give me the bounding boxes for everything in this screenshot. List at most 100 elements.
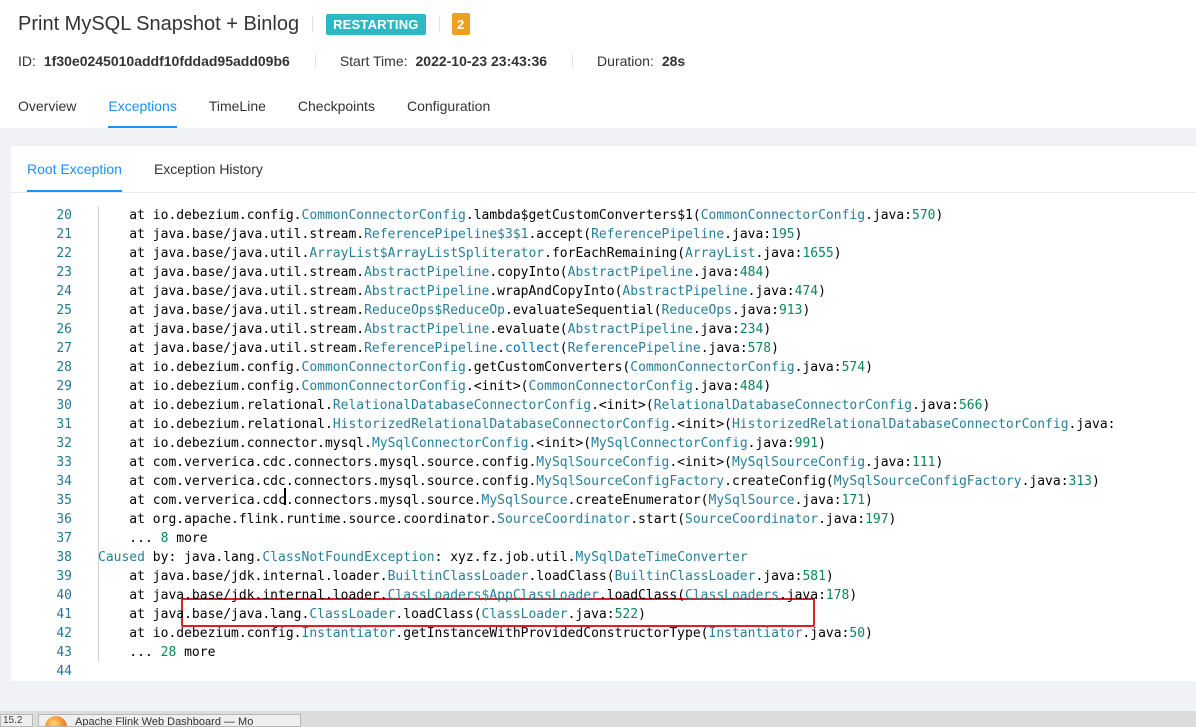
code-line: 34 at com.ververica.cdc.connectors.mysql… — [11, 472, 1196, 491]
line-number: 35 — [56, 493, 72, 508]
divider — [572, 54, 574, 68]
code-line: 42 at io.debezium.config.Instantiator.ge… — [11, 624, 1196, 643]
code-line: 44 — [11, 662, 1196, 681]
code-line: 35 at com.ververica.cdc.connectors.mysql… — [11, 491, 1196, 510]
code-text: at java.base/java.util.stream.ReferenceP… — [98, 227, 803, 242]
tab-checkpoints[interactable]: Checkpoints — [298, 88, 375, 128]
tab-overview[interactable]: Overview — [18, 88, 76, 128]
start-time-value: 2022-10-23 23:43:36 — [415, 53, 548, 69]
job-id-label: ID: — [18, 53, 36, 69]
line-number: 42 — [56, 626, 72, 641]
code-line: 23 at java.base/java.util.stream.Abstrac… — [11, 263, 1196, 282]
divider — [11, 192, 1196, 193]
code-line: 39 at java.base/jdk.internal.loader.Buil… — [11, 567, 1196, 586]
line-number: 29 — [56, 379, 72, 394]
line-number: 31 — [56, 417, 72, 432]
code-line: 30 at io.debezium.relational.RelationalD… — [11, 396, 1196, 415]
code-text: Caused by: java.lang.ClassNotFoundExcept… — [98, 550, 748, 565]
line-number: 20 — [56, 208, 72, 223]
code-text: at java.base/jdk.internal.loader.Builtin… — [98, 569, 834, 584]
line-number: 32 — [56, 436, 72, 451]
exception-stacktrace-editor[interactable]: 20 at io.debezium.config.CommonConnector… — [11, 206, 1196, 681]
line-number: 36 — [56, 512, 72, 527]
code-text: at java.base/jdk.internal.loader.ClassLo… — [98, 588, 858, 603]
exceptions-card: Root Exception Exception History 20 at i… — [11, 146, 1196, 681]
line-number: 44 — [56, 664, 72, 679]
status-badge: RESTARTING — [326, 13, 426, 35]
taskbar: 15.2 Apache Flink Web Dashboard — Mo — [0, 711, 1196, 727]
start-time-label: Start Time: — [339, 53, 408, 69]
code-text: at io.debezium.connector.mysql.MySqlConn… — [98, 436, 826, 451]
line-number: 27 — [56, 341, 72, 356]
code-text: at java.base/java.util.stream.AbstractPi… — [98, 284, 826, 299]
divider — [312, 16, 314, 32]
tab-exception-history[interactable]: Exception History — [154, 146, 263, 192]
taskbar-item-browser[interactable]: Apache Flink Web Dashboard — Mo — [38, 714, 301, 727]
line-number: 41 — [56, 607, 72, 622]
code-text: at org.apache.flink.runtime.source.coord… — [98, 512, 897, 527]
tab-configuration[interactable]: Configuration — [407, 88, 490, 128]
line-number: 34 — [56, 474, 72, 489]
code-line: 38 Caused by: java.lang.ClassNotFoundExce… — [11, 548, 1196, 567]
tab-exceptions[interactable]: Exceptions — [108, 88, 178, 128]
code-text: at io.debezium.relational.RelationalData… — [98, 398, 991, 413]
job-id-value: 1f30e0245010addf10fddad95add09b6 — [43, 53, 290, 69]
line-number: 30 — [56, 398, 72, 413]
line-number: 33 — [56, 455, 72, 470]
code-text: at io.debezium.config.CommonConnectorCon… — [98, 208, 944, 223]
code-text: at com.ververica.cdc.connectors.mysql.so… — [98, 474, 1100, 489]
code-line: 36 at org.apache.flink.runtime.source.co… — [11, 510, 1196, 529]
line-number: 26 — [56, 322, 72, 337]
line-number: 43 — [56, 645, 72, 660]
line-number: 39 — [56, 569, 72, 584]
taskbar-item-label: Apache Flink Web Dashboard — Mo — [75, 716, 254, 727]
code-text: at java.base/java.util.stream.ReferenceP… — [98, 341, 779, 356]
code-text: ... 28 more — [98, 645, 216, 660]
code-line: 41 at java.base/java.lang.ClassLoader.lo… — [11, 605, 1196, 624]
code-line: 29 at io.debezium.config.CommonConnector… — [11, 377, 1196, 396]
firefox-icon — [45, 716, 67, 726]
duration-value: 28s — [661, 53, 686, 69]
code-text: at java.base/java.lang.ClassLoader.loadC… — [98, 607, 646, 622]
line-number: 21 — [56, 227, 72, 242]
tab-timeline[interactable]: TimeLine — [209, 88, 266, 128]
code-line: 22 at java.base/java.util.ArrayList$Arra… — [11, 244, 1196, 263]
code-text: at io.debezium.config.CommonConnectorCon… — [98, 360, 873, 375]
code-text: at java.base/java.util.stream.AbstractPi… — [98, 322, 772, 337]
code-line: 40 at java.base/jdk.internal.loader.Clas… — [11, 586, 1196, 605]
exception-subtabs: Root Exception Exception History — [27, 146, 295, 192]
code-line: 27 at java.base/java.util.stream.Referen… — [11, 339, 1196, 358]
line-number: 28 — [56, 360, 72, 375]
line-number: 40 — [56, 588, 72, 603]
duration-label: Duration: — [597, 53, 654, 69]
line-number: 24 — [56, 284, 72, 299]
code-text: at io.debezium.relational.HistorizedRela… — [98, 417, 1116, 432]
line-number: 38 — [56, 550, 72, 565]
taskbar-item[interactable]: 15.2 — [0, 714, 33, 727]
code-line: 31 at io.debezium.relational.HistorizedR… — [11, 415, 1196, 434]
code-text: ... 8 more — [98, 531, 208, 546]
job-header: Print MySQL Snapshot + Binlog RESTARTING… — [0, 0, 1196, 128]
code-line: 33 at com.ververica.cdc.connectors.mysql… — [11, 453, 1196, 472]
code-line: 43 ... 28 more — [11, 643, 1196, 662]
code-line: 32 at io.debezium.connector.mysql.MySqlC… — [11, 434, 1196, 453]
code-text: at java.base/java.util.ArrayList$ArrayLi… — [98, 246, 842, 261]
code-line: 37 ... 8 more — [11, 529, 1196, 548]
line-number: 23 — [56, 265, 72, 280]
code-text: at java.base/java.util.stream.AbstractPi… — [98, 265, 772, 280]
code-text: at io.debezium.config.Instantiator.getIn… — [98, 626, 873, 641]
divider — [438, 16, 440, 32]
duration: Duration: 28s — [597, 53, 685, 69]
job-id: ID: 1f30e0245010addf10fddad95add09b6 — [18, 53, 290, 69]
start-time: Start Time: 2022-10-23 23:43:36 — [340, 53, 547, 69]
code-text: at com.ververica.cdc.connectors.mysql.so… — [98, 455, 944, 470]
tab-root-exception[interactable]: Root Exception — [27, 146, 122, 192]
divider — [314, 54, 316, 68]
restart-count-badge: 2 — [451, 13, 470, 35]
line-number: 22 — [56, 246, 72, 261]
code-text: at java.base/java.util.stream.ReduceOps$… — [98, 303, 811, 318]
job-tabs: Overview Exceptions TimeLine Checkpoints… — [18, 88, 522, 128]
code-line: 25 at java.base/java.util.stream.ReduceO… — [11, 301, 1196, 320]
code-line: 26 at java.base/java.util.stream.Abstrac… — [11, 320, 1196, 339]
code-line: 28 at io.debezium.config.CommonConnector… — [11, 358, 1196, 377]
